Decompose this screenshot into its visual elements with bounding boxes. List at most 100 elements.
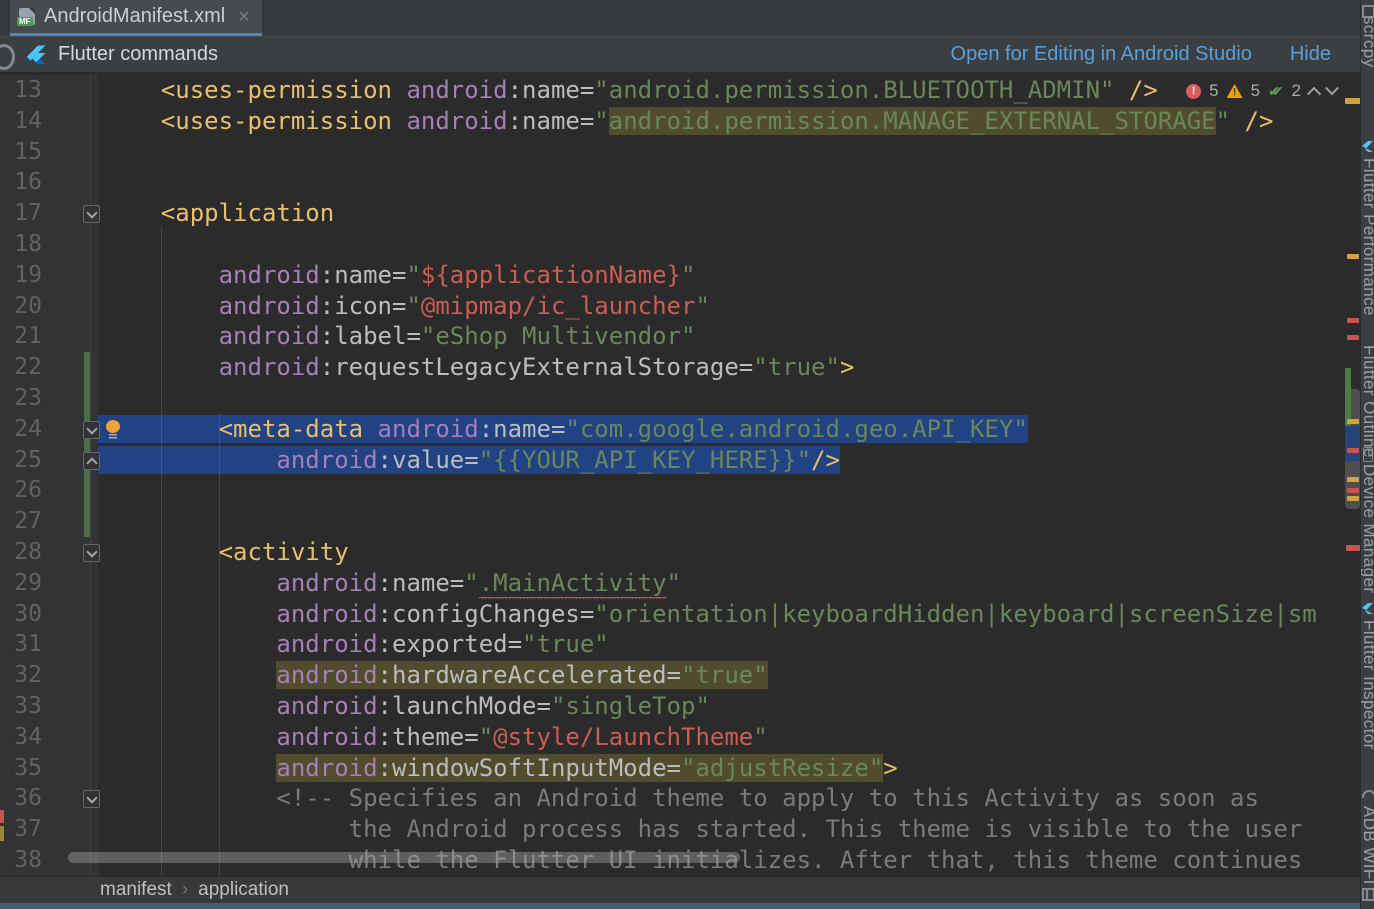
gutter[interactable]: 17: [0, 198, 98, 229]
line-number[interactable]: 20: [14, 291, 42, 322]
code-line[interactable]: 30 android:configChanges="orientation|ke…: [0, 599, 1345, 630]
code-line[interactable]: 32 android:hardwareAccelerated="true": [0, 660, 1345, 691]
line-number[interactable]: 21: [14, 321, 42, 352]
line-number[interactable]: 35: [14, 753, 42, 784]
line-number[interactable]: 25: [14, 445, 42, 476]
warning-mark[interactable]: [1347, 477, 1359, 482]
fold-marker-down[interactable]: [83, 205, 100, 223]
gutter[interactable]: 36: [0, 783, 98, 814]
line-number[interactable]: 17: [14, 198, 42, 229]
error-mark[interactable]: [1347, 318, 1359, 323]
error-mark[interactable]: [1347, 335, 1359, 340]
breadcrumb-item-application[interactable]: application: [198, 879, 289, 901]
code-line[interactable]: 22 android:requestLegacyExternalStorage=…: [0, 352, 1345, 383]
code-line[interactable]: 29 android:name=".MainActivity": [0, 568, 1345, 599]
line-number[interactable]: 18: [14, 229, 42, 260]
selection-mark[interactable]: [1345, 426, 1361, 461]
breadcrumb-item-manifest[interactable]: manifest: [100, 879, 172, 901]
code-line[interactable]: 19 android:name="${applicationName}": [0, 260, 1345, 291]
gutter[interactable]: 20: [0, 291, 98, 322]
warning-mark[interactable]: [1347, 496, 1359, 501]
code-line[interactable]: 24 <meta-data android:name="com.google.a…: [0, 414, 1345, 445]
code-line[interactable]: 21 android:label="eShop Multivendor": [0, 321, 1345, 352]
fold-marker-down[interactable]: [83, 790, 100, 808]
gutter[interactable]: 31: [0, 629, 98, 660]
editor-tab-androidmanifest[interactable]: MF AndroidManifest.xml ×: [10, 0, 262, 36]
layout-corner-icon[interactable]: [1362, 888, 1374, 901]
line-number[interactable]: 22: [14, 352, 42, 383]
changed-region-mark[interactable]: [1345, 368, 1351, 426]
code-line[interactable]: 27: [0, 506, 1345, 537]
inspection-widget[interactable]: ! 5 ! 5 ✔✔ 2: [1186, 81, 1337, 101]
gutter[interactable]: 19: [0, 260, 98, 291]
gutter[interactable]: 37: [0, 814, 98, 845]
line-number[interactable]: 38: [14, 845, 42, 876]
horizontal-scrollbar[interactable]: [68, 852, 740, 863]
code-line[interactable]: 33 android:launchMode="singleTop": [0, 691, 1345, 722]
code-line[interactable]: 17 <application: [0, 198, 1345, 229]
line-number[interactable]: 14: [14, 106, 42, 137]
code-line[interactable]: 18: [0, 229, 1345, 260]
fold-marker-down[interactable]: [83, 544, 100, 562]
line-number[interactable]: 24: [14, 414, 42, 445]
next-problem-chevron-icon[interactable]: [1325, 81, 1339, 95]
code-line[interactable]: 20 android:icon="@mipmap/ic_launcher": [0, 291, 1345, 322]
code-line[interactable]: 14 <uses-permission android:name="androi…: [0, 106, 1345, 137]
line-number[interactable]: 34: [14, 722, 42, 753]
gutter[interactable]: 26: [0, 475, 98, 506]
hide-banner-link[interactable]: Hide: [1290, 43, 1331, 66]
gutter[interactable]: 34: [0, 722, 98, 753]
code-line[interactable]: 34 android:theme="@style/LaunchTheme": [0, 722, 1345, 753]
gutter[interactable]: 28: [0, 537, 98, 568]
warning-mark[interactable]: [1345, 98, 1361, 104]
line-number[interactable]: 13: [14, 75, 42, 106]
gutter[interactable]: 13: [0, 75, 98, 106]
code-line[interactable]: 16: [0, 167, 1345, 198]
gutter[interactable]: 16: [0, 167, 98, 198]
gutter[interactable]: 32: [0, 660, 98, 691]
gutter[interactable]: 24: [0, 414, 98, 445]
line-number[interactable]: 32: [14, 660, 42, 691]
intention-bulb-icon[interactable]: [106, 420, 120, 433]
line-number[interactable]: 29: [14, 568, 42, 599]
tool-window-button-flutter-outline[interactable]: Flutter Outline: [1360, 345, 1374, 458]
gutter[interactable]: 21: [0, 321, 98, 352]
line-number[interactable]: 26: [14, 475, 42, 506]
line-number[interactable]: 19: [14, 260, 42, 291]
line-number[interactable]: 28: [14, 537, 42, 568]
prev-problem-chevron-icon[interactable]: [1307, 87, 1321, 101]
code-line[interactable]: 28 <activity: [0, 537, 1345, 568]
line-number[interactable]: 15: [14, 137, 42, 168]
code-line[interactable]: 26: [0, 475, 1345, 506]
gutter[interactable]: 33: [0, 691, 98, 722]
code-line[interactable]: 25 android:value="{{YOUR_API_KEY_HERE}}"…: [0, 445, 1345, 476]
gutter[interactable]: 15: [0, 137, 98, 168]
gutter[interactable]: 14: [0, 106, 98, 137]
fold-marker-down[interactable]: [83, 421, 100, 439]
code-line[interactable]: 13 <uses-permission android:name="androi…: [0, 75, 1345, 106]
open-in-android-studio-link[interactable]: Open for Editing in Android Studio: [951, 43, 1252, 66]
error-mark[interactable]: [1347, 448, 1359, 453]
tool-window-button-device-manager[interactable]: Device Manager: [1360, 464, 1374, 593]
line-number[interactable]: 16: [14, 167, 42, 198]
code-line[interactable]: 23: [0, 383, 1345, 414]
gutter[interactable]: 22: [0, 352, 98, 383]
code-line[interactable]: 37 the Android process has started. This…: [0, 814, 1345, 845]
error-mark[interactable]: [1347, 488, 1359, 493]
code-line[interactable]: 15: [0, 137, 1345, 168]
gutter[interactable]: 18: [0, 229, 98, 260]
close-tab-icon[interactable]: ×: [238, 7, 250, 27]
code-editor[interactable]: 13 <uses-permission android:name="androi…: [0, 73, 1361, 876]
gutter[interactable]: 25: [0, 445, 98, 476]
tool-window-button-scrcpy[interactable]: scrcpy: [1360, 16, 1374, 68]
fold-marker-up[interactable]: [83, 452, 100, 470]
tool-window-button-flutter-inspector[interactable]: Flutter Inspector: [1360, 620, 1374, 750]
code-line[interactable]: 31 android:exported="true": [0, 629, 1345, 660]
warning-mark[interactable]: [1347, 419, 1359, 424]
tool-window-button-adb-wifi[interactable]: ADB WIFI: [1360, 806, 1374, 885]
line-number[interactable]: 33: [14, 691, 42, 722]
line-number[interactable]: 37: [14, 814, 42, 845]
line-number[interactable]: 30: [14, 599, 42, 630]
gutter[interactable]: 27: [0, 506, 98, 537]
gutter[interactable]: 29: [0, 568, 98, 599]
